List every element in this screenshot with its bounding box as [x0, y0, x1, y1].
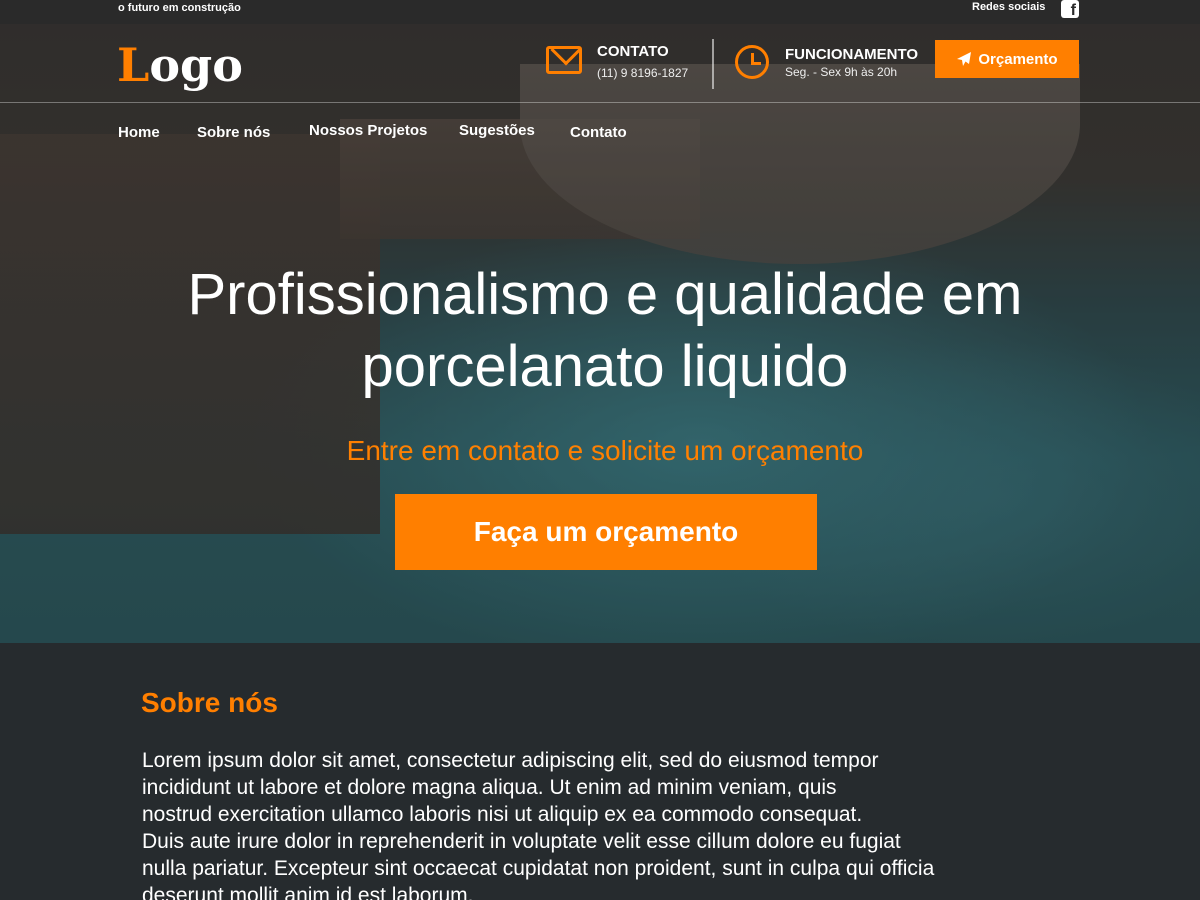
hero-title-line1: Profissionalismo e qualidade em — [187, 262, 1023, 327]
hours-text: Seg. - Sex 9h às 20h — [785, 65, 898, 79]
cta-quote-button[interactable]: Faça um orçamento — [395, 494, 817, 570]
nav-item-contato[interactable]: Contato — [570, 124, 627, 141]
top-bar: o futuro em construção Redes sociais f — [0, 0, 1200, 24]
hero-title: Profissionalismo e qualidade em porcelan… — [100, 259, 1110, 403]
header-divider — [0, 102, 1200, 103]
contact-phone[interactable]: (11) 9 8196-1827 — [597, 66, 688, 80]
logo[interactable]: Logo — [117, 38, 243, 92]
social-label: Redes sociais — [972, 1, 1046, 13]
nav-item-sobre-nos[interactable]: Sobre nós — [197, 124, 270, 141]
about-line: Lorem ipsum dolor sit amet, consectetur … — [142, 749, 879, 772]
about-text: Lorem ipsum dolor sit amet, consectetur … — [142, 747, 1022, 900]
contact-title: CONTATO — [597, 43, 669, 60]
about-line: Duis aute irure dolor in reprehenderit i… — [142, 830, 901, 853]
nav-item-sugestoes[interactable]: Sugestões — [459, 122, 535, 139]
paper-plane-icon — [956, 51, 972, 67]
about-line: incididunt ut labore et dolore magna ali… — [142, 776, 837, 799]
quote-button[interactable]: Orçamento — [935, 40, 1079, 78]
about-line: deserunt mollit anim id est laborum. — [142, 884, 474, 900]
tagline: o futuro em construção — [118, 2, 241, 14]
hero-section: Logo CONTATO (11) 9 8196-1827 FUNCIONAME… — [0, 24, 1200, 643]
facebook-icon[interactable]: f — [1061, 0, 1079, 19]
about-line: nulla pariatur. Excepteur sint occaecat … — [142, 857, 935, 880]
nav-item-nossos-projetos[interactable]: Nossos Projetos — [309, 122, 427, 139]
about-heading: Sobre nós — [141, 687, 278, 718]
about-line: nostrud exercitation ullamco laboris nis… — [142, 803, 863, 826]
nav-item-home[interactable]: Home — [118, 124, 160, 141]
quote-button-label: Orçamento — [978, 50, 1058, 68]
header-separator — [712, 39, 714, 89]
envelope-icon — [546, 46, 582, 74]
hours-title: FUNCIONAMENTO — [785, 46, 919, 63]
clock-icon — [735, 45, 769, 79]
hero-title-line2: porcelanato liquido — [361, 334, 849, 399]
hero-subtitle: Entre em contato e solicite um orçamento — [346, 435, 864, 466]
about-section: Sobre nós Lorem ipsum dolor sit amet, co… — [0, 643, 1200, 900]
